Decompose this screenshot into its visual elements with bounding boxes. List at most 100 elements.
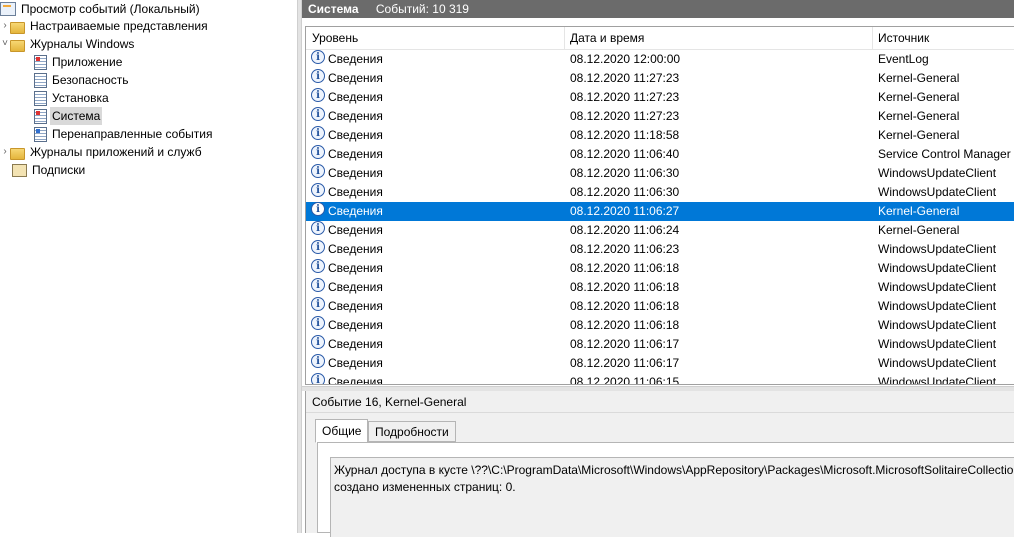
table-row[interactable]: i Сведения 08.12.2020 11:27:23 Kernel-Gener…: [306, 88, 1014, 107]
events-table[interactable]: Уровень Дата и время Источник i Сведения 0…: [305, 26, 1014, 385]
table-row[interactable]: i Сведения 08.12.2020 11:06:15 WindowsUpdat…: [306, 373, 1014, 385]
cell-level: Сведения: [328, 318, 383, 332]
tree-node-subscriptions[interactable]: Подписки: [12, 161, 87, 179]
tree-node-log-application[interactable]: Приложение: [34, 53, 124, 71]
table-row[interactable]: i Сведения 08.12.2020 12:00:00 EventLog: [306, 50, 1014, 69]
info-icon: i: [311, 316, 325, 330]
cell-datetime: 08.12.2020 12:00:00: [570, 52, 681, 66]
log-icon: [34, 54, 47, 70]
log-icon: [34, 72, 47, 88]
tree-node-log-security[interactable]: Безопасность: [34, 71, 131, 89]
event-details-pane: Событие 16, Kernel-General Общие Подробн…: [305, 391, 1014, 537]
info-icon: i: [311, 88, 325, 102]
tree-node-apps-services[interactable]: › Журналы приложений и служб: [0, 143, 204, 161]
cell-datetime: 08.12.2020 11:06:17: [570, 356, 680, 370]
cell-level: Сведения: [328, 128, 383, 142]
cell-level: Сведения: [328, 375, 383, 385]
info-icon: i: [311, 145, 325, 159]
tree-node-root[interactable]: Просмотр событий (Локальный): [0, 0, 202, 18]
tree-node-log-system[interactable]: Система: [34, 107, 103, 125]
info-icon: i: [311, 373, 325, 384]
table-row[interactable]: i Сведения 08.12.2020 11:06:24 Kernel-Gener…: [306, 221, 1014, 240]
table-row[interactable]: i Сведения 08.12.2020 11:06:23 WindowsUpdat…: [306, 240, 1014, 259]
folder-icon: [10, 39, 25, 52]
info-icon: i: [311, 69, 325, 83]
vertical-splitter[interactable]: [297, 0, 302, 533]
cell-level: Сведения: [328, 223, 383, 237]
cell-datetime: 08.12.2020 11:06:23: [570, 242, 680, 256]
cell-source: WindowsUpdateClient: [878, 337, 997, 351]
table-row[interactable]: i Сведения 08.12.2020 11:06:18 WindowsUpdat…: [306, 297, 1014, 316]
cell-datetime: 08.12.2020 11:06:15: [570, 375, 680, 385]
cell-source: WindowsUpdateClient: [878, 261, 997, 275]
cell-datetime: 08.12.2020 11:06:27: [570, 204, 680, 218]
cell-source: WindowsUpdateClient: [878, 299, 997, 313]
cell-source: Service Control Manager: [878, 147, 1011, 161]
table-row[interactable]: i Сведения 08.12.2020 11:27:23 Kernel-Gener…: [306, 107, 1014, 126]
log-icon: [34, 90, 47, 106]
cell-source: WindowsUpdateClient: [878, 375, 997, 385]
log-header-bar: Система Событий: 10 319: [302, 0, 1014, 18]
cell-source: Kernel-General: [878, 90, 960, 104]
column-header-source[interactable]: Источник: [878, 27, 929, 49]
table-row[interactable]: i Сведения 08.12.2020 11:06:18 WindowsUpdat…: [306, 259, 1014, 278]
tab-content: Журнал доступа в кусте \??\C:\ProgramDat…: [317, 442, 1014, 537]
info-icon: i: [311, 126, 325, 140]
chevron-right-icon[interactable]: ›: [0, 17, 10, 35]
column-header-datetime[interactable]: Дата и время: [570, 27, 644, 49]
cell-datetime: 08.12.2020 11:27:23: [570, 109, 680, 123]
table-row[interactable]: i Сведения 08.12.2020 11:06:17 WindowsUpdat…: [306, 354, 1014, 373]
table-row[interactable]: i Сведения 08.12.2020 11:06:18 WindowsUpdat…: [306, 316, 1014, 335]
info-icon: i: [311, 50, 325, 64]
cell-datetime: 08.12.2020 11:06:18: [570, 280, 680, 294]
chevron-right-icon[interactable]: ›: [0, 143, 10, 161]
tree-node-log-setup[interactable]: Установка: [34, 89, 111, 107]
cell-level: Сведения: [328, 166, 383, 180]
cell-datetime: 08.12.2020 11:27:23: [570, 90, 680, 104]
cell-level: Сведения: [328, 71, 383, 85]
cell-source: WindowsUpdateClient: [878, 242, 997, 256]
log-icon: [34, 126, 47, 142]
tab-general[interactable]: Общие: [315, 419, 369, 443]
cell-level: Сведения: [328, 261, 383, 275]
cell-source: WindowsUpdateClient: [878, 185, 997, 199]
cell-source: Kernel-General: [878, 71, 960, 85]
cell-datetime: 08.12.2020 11:27:23: [570, 71, 680, 85]
column-divider[interactable]: [564, 27, 565, 49]
chevron-down-icon[interactable]: ˅: [0, 35, 10, 53]
table-row[interactable]: i Сведения 08.12.2020 11:06:17 WindowsUpdat…: [306, 335, 1014, 354]
event-details-title: Событие 16, Kernel-General: [306, 391, 1014, 413]
console-tree: Просмотр событий (Локальный) › Настраива…: [0, 0, 297, 533]
tree-node-custom-views[interactable]: › Настраиваемые представления: [0, 17, 210, 35]
tree-node-log-forwarded[interactable]: Перенаправленные события: [34, 125, 214, 143]
cell-source: Kernel-General: [878, 204, 960, 218]
table-row[interactable]: i Сведения 08.12.2020 11:06:30 WindowsUpdat…: [306, 164, 1014, 183]
cell-level: Сведения: [328, 52, 383, 66]
table-row[interactable]: i Сведения 08.12.2020 11:06:40 Service Cont…: [306, 145, 1014, 164]
cell-datetime: 08.12.2020 11:06:40: [570, 147, 680, 161]
info-icon: i: [311, 354, 325, 368]
cell-datetime: 08.12.2020 11:06:18: [570, 261, 680, 275]
cell-datetime: 08.12.2020 11:06:30: [570, 166, 680, 180]
column-divider[interactable]: [872, 27, 873, 49]
cell-datetime: 08.12.2020 11:06:18: [570, 299, 680, 313]
cell-level: Сведения: [328, 185, 383, 199]
column-header-level[interactable]: Уровень: [312, 27, 358, 49]
log-icon: [34, 108, 47, 124]
cell-source: Kernel-General: [878, 223, 960, 237]
info-icon: i: [311, 259, 325, 273]
table-row[interactable]: i Сведения 08.12.2020 11:06:27 Kernel-Gener…: [306, 202, 1014, 221]
table-row[interactable]: i Сведения 08.12.2020 11:06:18 WindowsUpdat…: [306, 278, 1014, 297]
tree-node-windows-logs[interactable]: ˅ Журналы Windows: [0, 35, 136, 53]
table-body: i Сведения 08.12.2020 12:00:00 EventLog i Све…: [306, 50, 1014, 385]
table-row[interactable]: i Сведения 08.12.2020 11:27:23 Kernel-Gener…: [306, 69, 1014, 88]
cell-level: Сведения: [328, 204, 383, 218]
event-message[interactable]: Журнал доступа в кусте \??\C:\ProgramDat…: [330, 457, 1014, 537]
table-row[interactable]: i Сведения 08.12.2020 11:18:58 Kernel-Gener…: [306, 126, 1014, 145]
subscriptions-icon: [12, 163, 27, 177]
folder-icon: [10, 147, 25, 160]
info-icon: i: [311, 278, 325, 292]
tab-details[interactable]: Подробности: [368, 421, 456, 442]
cell-level: Сведения: [328, 337, 383, 351]
table-row[interactable]: i Сведения 08.12.2020 11:06:30 WindowsUpdat…: [306, 183, 1014, 202]
